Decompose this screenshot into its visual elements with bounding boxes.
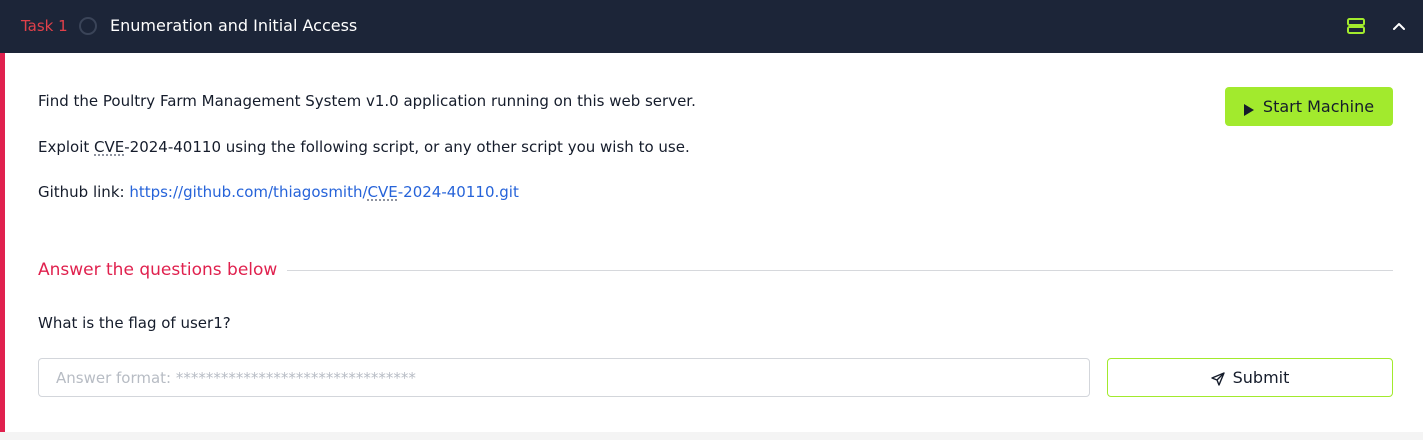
start-machine-button[interactable]: Start Machine <box>1225 87 1393 126</box>
cve-abbreviation: CVE <box>94 138 125 156</box>
answers-divider <box>287 270 1393 271</box>
link-segment: -2024-40110.git <box>397 183 519 201</box>
cve-abbreviation: CVE <box>367 183 398 201</box>
github-link-label: Github link: <box>38 183 130 201</box>
task-accent-bar <box>0 53 5 432</box>
task-card: Task 1 Enumeration and Initial Access Fi… <box>0 0 1423 432</box>
start-machine-label: Start Machine <box>1262 97 1375 116</box>
chevron-up-icon[interactable] <box>1390 16 1408 36</box>
send-icon <box>1210 371 1225 386</box>
task-description-line: Find the Poultry Farm Management System … <box>38 92 696 110</box>
answer-input[interactable] <box>38 358 1090 397</box>
task-title: Enumeration and Initial Access <box>110 16 358 35</box>
play-icon <box>1243 101 1254 116</box>
submit-button[interactable]: Submit <box>1107 358 1393 397</box>
github-link-line: Github link: https://github.com/thiagosm… <box>38 182 519 202</box>
github-link[interactable]: https://github.com/thiagosmith/CVE-2024-… <box>129 183 519 201</box>
task-number: Task 1 <box>21 17 68 35</box>
text-segment: -2024-40110 using the following script, … <box>124 138 690 156</box>
question-text: What is the flag of user1? <box>38 314 231 332</box>
text-segment: Exploit <box>38 138 95 156</box>
answers-heading: Answer the questions below <box>38 260 278 280</box>
circle-outline-icon <box>79 17 97 35</box>
task-exploit-line: Exploit CVE-2024-40110 using the followi… <box>38 137 690 157</box>
split-view-icon[interactable] <box>1346 16 1366 36</box>
task-header[interactable]: Task 1 Enumeration and Initial Access <box>0 0 1423 53</box>
submit-label: Submit <box>1232 368 1290 387</box>
link-segment: https://github.com/thiagosmith/ <box>129 183 368 201</box>
